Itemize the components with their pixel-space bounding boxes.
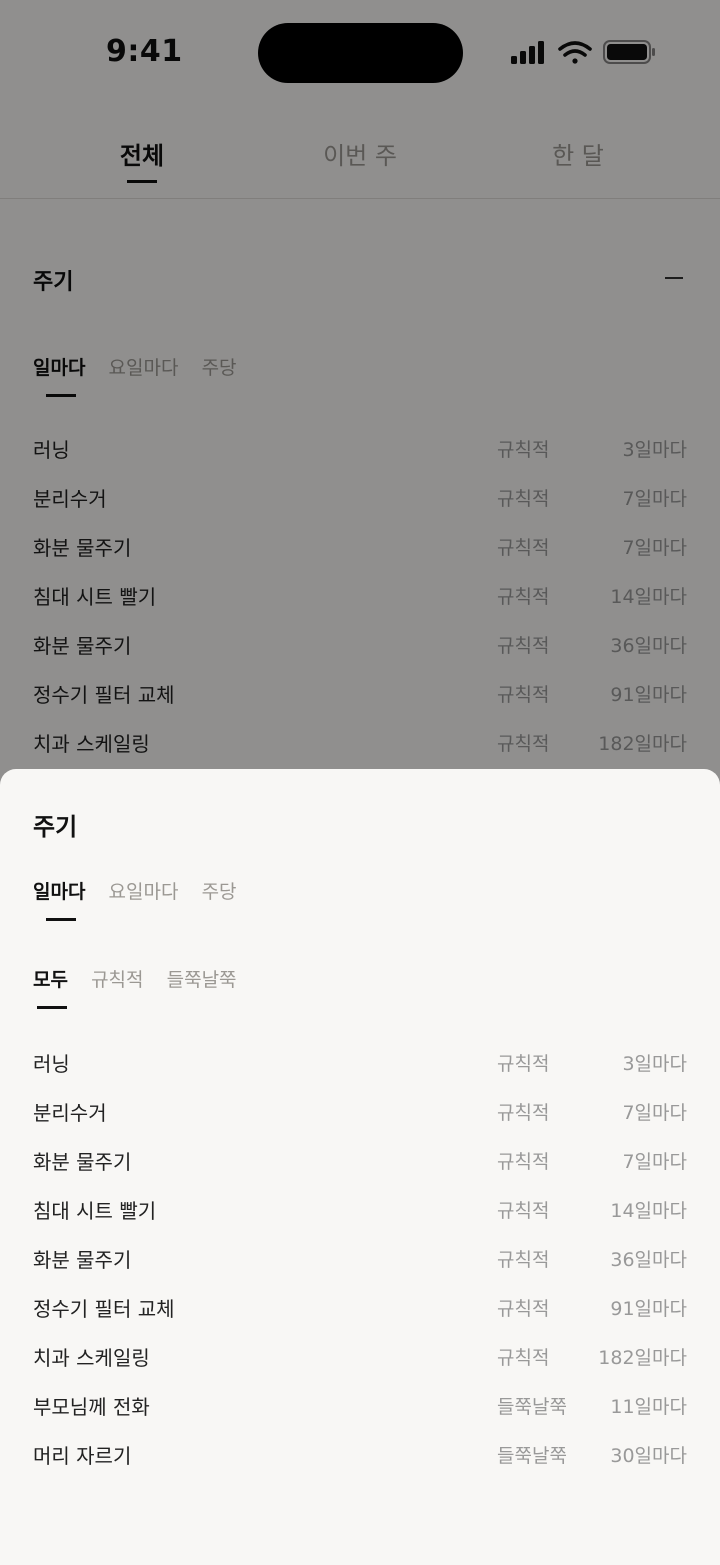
screen: 9:41 전체 이번 주 한 달 주기 일마다 요일마다 주당 러닝 규칙적 3… (0, 0, 720, 1565)
list-item[interactable]: 분리수거 규칙적 7일마다 (33, 1097, 687, 1146)
list-item[interactable]: 침대 시트 빨기 규칙적 14일마다 (33, 1195, 687, 1244)
item-name: 화분 물주기 (33, 1150, 132, 1174)
item-frequency: 7일마다 (622, 1102, 687, 1124)
item-kind: 규칙적 (497, 1200, 550, 1222)
item-name: 러닝 (33, 1052, 70, 1076)
item-kind: 규칙적 (497, 1298, 550, 1320)
sheet-period-indicator (46, 918, 76, 921)
sheet-period-tabs: 일마다 요일마다 주당 (33, 877, 255, 917)
list-item[interactable]: 부모님께 전화 들쭉날쭉 11일마다 (33, 1391, 687, 1440)
list-item[interactable]: 정수기 필터 교체 규칙적 91일마다 (33, 1293, 687, 1342)
item-kind: 규칙적 (497, 1249, 550, 1271)
filter-tab-irregular[interactable]: 들쭉날쭉 (167, 965, 237, 992)
bottom-sheet: 주기 일마다 요일마다 주당 모두 규칙적 들쭉날쭉 러닝 규칙적 3일마다 분… (0, 769, 720, 1565)
item-frequency: 36일마다 (610, 1249, 687, 1271)
filter-tab-all[interactable]: 모두 (33, 965, 68, 992)
list-item[interactable]: 화분 물주기 규칙적 7일마다 (33, 1146, 687, 1195)
item-frequency: 7일마다 (622, 1151, 687, 1173)
item-kind: 들쭉날쭉 (497, 1396, 567, 1418)
item-frequency: 30일마다 (610, 1445, 687, 1467)
sheet-title: 주기 (33, 813, 78, 841)
item-kind: 규칙적 (497, 1347, 550, 1369)
list-item[interactable]: 러닝 규칙적 3일마다 (33, 1048, 687, 1097)
sheet-period-tab-weekly[interactable]: 주당 (202, 877, 237, 904)
item-name: 부모님께 전화 (33, 1395, 150, 1419)
item-name: 머리 자르기 (33, 1444, 132, 1468)
item-kind: 규칙적 (497, 1151, 550, 1173)
sheet-filter-tabs: 모두 규칙적 들쭉날쭉 (33, 965, 255, 1005)
item-frequency: 91일마다 (610, 1298, 687, 1320)
list-item[interactable]: 머리 자르기 들쭉날쭉 30일마다 (33, 1440, 687, 1489)
item-kind: 규칙적 (497, 1102, 550, 1124)
sheet-list: 러닝 규칙적 3일마다 분리수거 규칙적 7일마다 화분 물주기 규칙적 7일마… (33, 1048, 687, 1489)
sheet-period-tab-weekday[interactable]: 요일마다 (109, 877, 179, 904)
item-frequency: 182일마다 (598, 1347, 687, 1369)
filter-tab-indicator (37, 1006, 67, 1009)
item-name: 분리수거 (33, 1101, 107, 1125)
item-frequency: 11일마다 (610, 1396, 687, 1418)
item-name: 화분 물주기 (33, 1248, 132, 1272)
item-kind: 들쭉날쭉 (497, 1445, 567, 1467)
item-frequency: 14일마다 (610, 1200, 687, 1222)
sheet-period-tab-daily[interactable]: 일마다 (33, 877, 85, 904)
item-kind: 규칙적 (497, 1053, 550, 1075)
list-item[interactable]: 화분 물주기 규칙적 36일마다 (33, 1244, 687, 1293)
item-name: 침대 시트 빨기 (33, 1199, 157, 1223)
item-name: 정수기 필터 교체 (33, 1297, 175, 1321)
filter-tab-regular[interactable]: 규칙적 (91, 965, 143, 992)
item-frequency: 3일마다 (622, 1053, 687, 1075)
list-item[interactable]: 치과 스케일링 규칙적 182일마다 (33, 1342, 687, 1391)
item-name: 치과 스케일링 (33, 1346, 150, 1370)
